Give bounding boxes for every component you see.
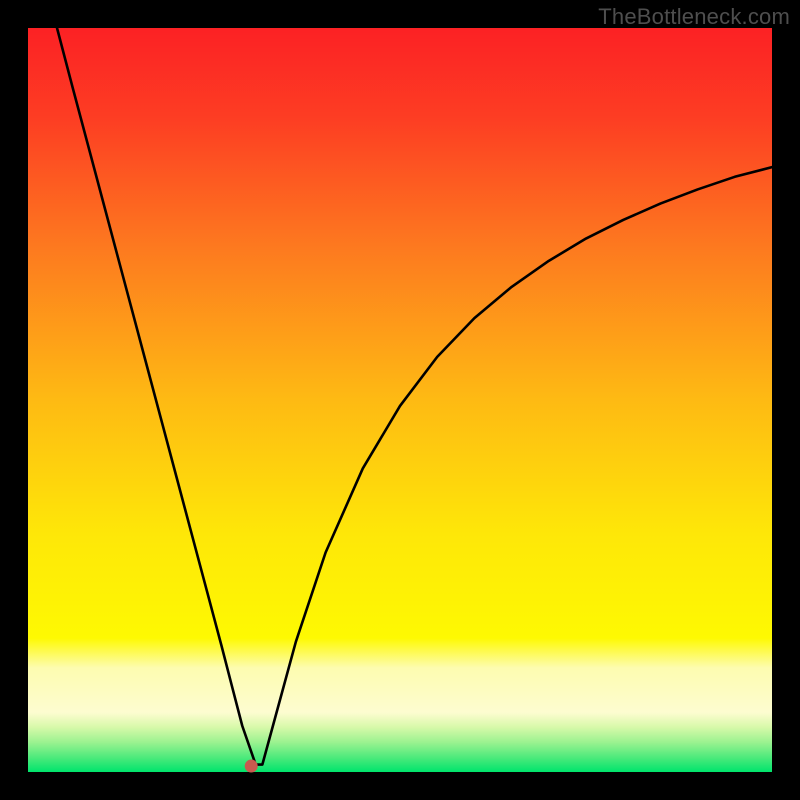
watermark-text: TheBottleneck.com [598, 4, 790, 30]
bottleneck-curve [57, 28, 772, 765]
optimal-point-marker [245, 760, 258, 773]
chart-frame: TheBottleneck.com [0, 0, 800, 800]
curve-layer [28, 28, 772, 772]
